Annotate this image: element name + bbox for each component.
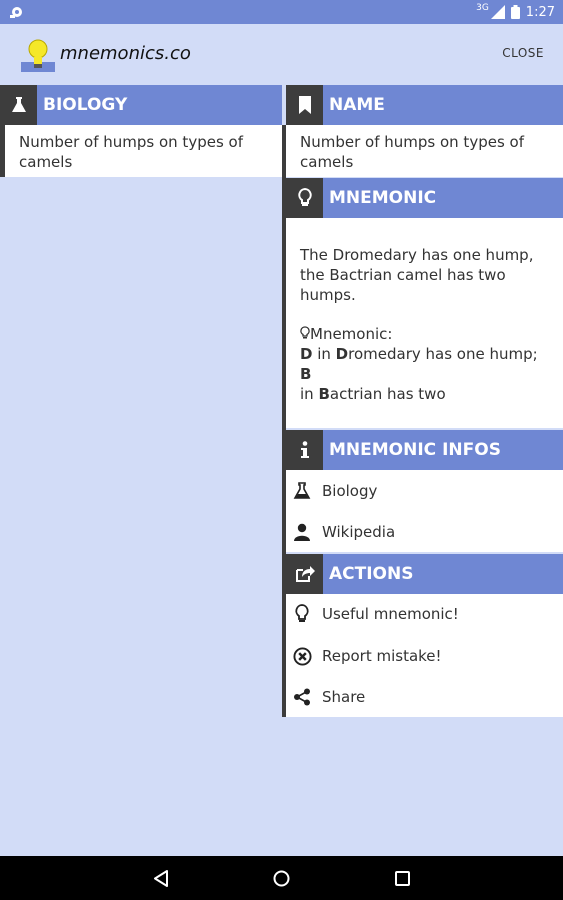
category-list-item[interactable]: Number of humps on types of camels [5,125,282,177]
useful-mnemonic-label: Useful mnemonic! [322,605,459,623]
actions-header: ACTIONS [286,554,563,594]
info-source-label: Wikipedia [322,523,396,541]
useful-mnemonic-button[interactable]: Useful mnemonic! [292,599,459,629]
infos-header: MNEMONIC INFOS [286,430,563,470]
lightbulb-icon [292,604,312,624]
mnemonic-bold-2: D [335,345,349,363]
mnemonic-description: The Dromedary has one hump, the Bactrian… [300,246,534,304]
notification-icon [10,7,22,18]
back-icon[interactable] [153,870,169,887]
close-button[interactable]: CLOSE [502,46,544,60]
mnemonic-bold-4: B [318,385,330,403]
close-circle-icon [292,646,312,666]
category-header: BIOLOGY [0,85,282,125]
battery-icon [510,5,520,19]
share-icon [292,687,312,707]
mnemonic-header: MNEMONIC [286,178,563,218]
app-title: mnemonics.co [60,43,191,64]
share-button[interactable]: Share [292,682,365,712]
mnemonic-text-3: in [300,385,319,403]
recents-icon[interactable] [395,871,410,886]
flask-icon [292,481,312,501]
info-category-label: Biology [322,482,378,500]
category-title: BIOLOGY [37,85,282,125]
category-item-label: Number of humps on types of camels [19,133,243,171]
mnemonic-text-4: actrian has two [329,385,446,403]
mnemonic-bold-3: B [300,365,312,383]
user-icon [292,522,312,542]
flask-icon [0,85,37,125]
share-square-icon [286,554,323,594]
infos-title: MNEMONIC INFOS [323,430,563,470]
signal-icon [490,5,505,19]
report-mistake-label: Report mistake! [322,647,442,665]
report-mistake-button[interactable]: Report mistake! [292,641,442,671]
lightbulb-logo-icon [21,39,55,72]
info-source-row[interactable]: Wikipedia [292,517,395,547]
mnemonic-explanation: Mnemonic: D in Dromedary has one hump; B… [300,324,550,404]
name-title: NAME [323,85,563,125]
status-bar: 3G 1:27 [0,0,563,24]
name-header: NAME [286,85,563,125]
mnemonic-text-1: in [312,345,336,363]
home-icon[interactable] [273,870,290,887]
mnemonic-text-2: romedary has one hump; [348,345,538,363]
name-panel: Number of humps on types of camels [286,125,563,177]
mnemonic-panel: The Dromedary has one hump, the Bactrian… [286,218,563,428]
system-nav-bar [0,856,563,900]
actions-title: ACTIONS [323,554,563,594]
info-category-row[interactable]: Biology [292,476,377,506]
network-label: 3G [476,3,489,13]
mnemonic-title: MNEMONIC [323,178,563,218]
bookmark-icon [286,85,323,125]
info-icon [286,430,323,470]
clock: 1:27 [525,4,555,20]
share-label: Share [322,688,366,706]
lightbulb-icon [286,178,323,218]
name-value: Number of humps on types of camels [300,133,524,171]
mnemonic-label: Mnemonic: [310,325,393,343]
small-lightbulb-icon [300,326,310,339]
mnemonic-bold-1: D [300,345,313,363]
app-bar: mnemonics.co CLOSE [0,24,563,84]
